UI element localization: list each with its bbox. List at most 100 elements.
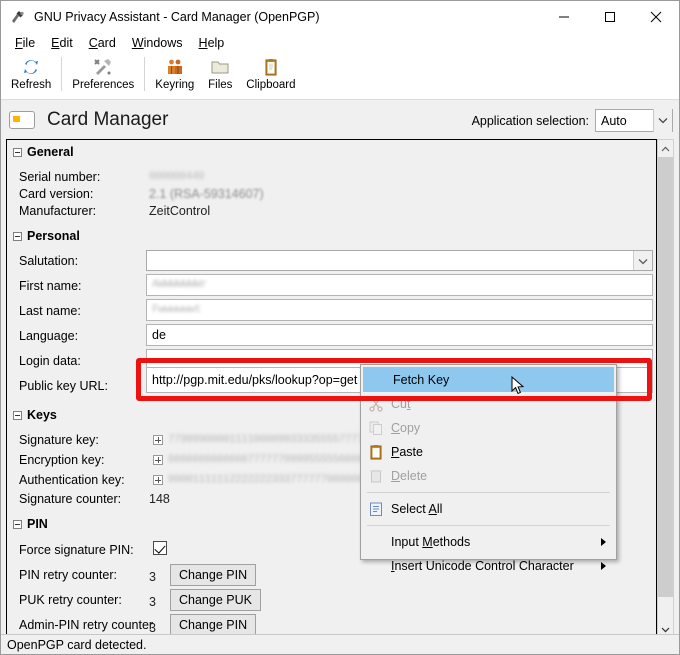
language-input[interactable]: de bbox=[146, 324, 653, 346]
section-keys-label: Keys bbox=[27, 408, 57, 422]
label-authentication-key: Authentication key: bbox=[19, 473, 125, 487]
toolbar-label-clipboard: Clipboard bbox=[246, 79, 296, 91]
menu-help[interactable]: Help bbox=[191, 34, 233, 52]
section-personal[interactable]: Personal bbox=[13, 229, 80, 243]
menu-item-delete[interactable]: Delete bbox=[361, 464, 616, 488]
force-signature-pin-checkbox[interactable] bbox=[153, 541, 167, 555]
toolbar-label-preferences: Preferences bbox=[72, 79, 135, 91]
menu-item-cut[interactable]: Cut bbox=[361, 392, 616, 416]
toolbar-separator-1 bbox=[61, 57, 63, 91]
copy-icon bbox=[368, 420, 384, 436]
last-name-value: Fwwwwwwt bbox=[152, 304, 201, 316]
menu-card[interactable]: Card bbox=[81, 34, 124, 52]
files-icon bbox=[210, 56, 230, 78]
scroll-up-icon[interactable] bbox=[658, 140, 673, 157]
submenu-arrow-icon bbox=[601, 538, 606, 546]
salutation-combobox[interactable] bbox=[146, 250, 653, 271]
minimize-button[interactable] bbox=[541, 1, 587, 32]
application-selection-value: Auto bbox=[601, 113, 627, 128]
menu-windows-label: indows bbox=[143, 36, 183, 50]
chevron-down-icon[interactable] bbox=[633, 251, 652, 270]
menu-separator-2 bbox=[367, 525, 610, 526]
window-title: GNU Privacy Assistant - Card Manager (Op… bbox=[34, 9, 320, 24]
menu-item-input-methods[interactable]: Input Methods bbox=[361, 530, 616, 554]
section-general[interactable]: General bbox=[13, 145, 74, 159]
menu-item-select-all-label: Select All bbox=[391, 502, 443, 516]
toolbar-button-files[interactable]: Files bbox=[200, 54, 240, 91]
collapse-icon-personal[interactable] bbox=[13, 231, 22, 241]
menu-item-delete-label: Delete bbox=[391, 469, 428, 483]
expand-icon-encryption-key[interactable] bbox=[153, 455, 163, 465]
title-bar: GNU Privacy Assistant - Card Manager (Op… bbox=[1, 1, 679, 32]
menu-file[interactable]: File bbox=[7, 34, 43, 52]
menu-item-insert-unicode[interactable]: Insert Unicode Control Character bbox=[361, 554, 616, 578]
label-admin-pin-retry-counter: Admin-PIN retry counter bbox=[19, 618, 154, 632]
menu-file-label: ile bbox=[22, 36, 36, 50]
menu-bar: File Edit Card Windows Help bbox=[1, 32, 679, 54]
label-encryption-key: Encryption key: bbox=[19, 453, 105, 467]
label-manufacturer: Manufacturer: bbox=[19, 204, 97, 218]
first-name-value: AWWWWWWWr bbox=[152, 279, 207, 291]
toolbar-label-keyring: Keyring bbox=[155, 79, 195, 91]
menu-item-copy[interactable]: Copy bbox=[361, 416, 616, 440]
toolbar-button-keyring[interactable]: Keyring bbox=[149, 54, 200, 91]
toolbar-button-refresh[interactable]: Refresh bbox=[5, 54, 57, 91]
application-selection-dropdown[interactable]: Auto bbox=[595, 109, 673, 132]
value-serial-number: 000000449 bbox=[149, 171, 204, 183]
toolbar: Refresh Preferences Keyring Files Clipbo… bbox=[1, 54, 679, 100]
keyring-icon bbox=[165, 56, 185, 78]
expand-icon-authentication-key[interactable] bbox=[153, 475, 163, 485]
label-puk-retry-counter: PUK retry counter: bbox=[19, 593, 122, 607]
change-pin-button-label: Change PIN bbox=[179, 568, 248, 582]
language-value: de bbox=[152, 328, 166, 342]
section-keys[interactable]: Keys bbox=[13, 408, 57, 422]
menu-item-copy-label: Copy bbox=[391, 421, 421, 435]
menu-item-fetch-key-label: Fetch Key bbox=[393, 372, 450, 387]
maximize-button[interactable] bbox=[587, 1, 633, 32]
label-card-version: Card version: bbox=[19, 187, 94, 201]
scrollbar-thumb[interactable] bbox=[658, 157, 673, 597]
menu-edit-label: dit bbox=[59, 36, 73, 50]
paste-icon bbox=[368, 444, 384, 460]
change-puk-button[interactable]: Change PUK bbox=[170, 589, 261, 611]
toolbar-label-refresh: Refresh bbox=[11, 79, 52, 91]
collapse-icon-pin[interactable] bbox=[13, 519, 22, 529]
value-admin-pin-retry-counter: 3 bbox=[149, 621, 156, 635]
toolbar-button-preferences[interactable]: Preferences bbox=[66, 54, 140, 91]
menu-item-fetch-key[interactable]: Fetch Key bbox=[363, 367, 614, 392]
expand-icon-signature-key[interactable] bbox=[153, 435, 163, 445]
menu-separator-1 bbox=[367, 492, 610, 493]
application-window: GNU Privacy Assistant - Card Manager (Op… bbox=[0, 0, 680, 655]
menu-item-paste-label: Paste bbox=[391, 445, 423, 459]
menu-windows[interactable]: Windows bbox=[124, 34, 191, 52]
collapse-icon-general[interactable] bbox=[13, 147, 22, 157]
menu-item-select-all[interactable]: Select All bbox=[361, 497, 616, 521]
select-all-icon bbox=[368, 501, 384, 517]
section-personal-label: Personal bbox=[27, 229, 80, 243]
context-menu: Fetch Key Cut Copy Paste Delete Select A… bbox=[360, 364, 617, 573]
last-name-input[interactable]: Fwwwwwwt bbox=[146, 299, 653, 321]
status-text: OpenPGP card detected. bbox=[7, 637, 147, 652]
menu-item-paste[interactable]: Paste bbox=[361, 440, 616, 464]
label-first-name: First name: bbox=[19, 279, 82, 293]
close-button[interactable] bbox=[633, 1, 679, 32]
first-name-input[interactable]: AWWWWWWWr bbox=[146, 274, 653, 296]
menu-card-label: ard bbox=[97, 36, 116, 50]
value-manufacturer: ZeitControl bbox=[149, 204, 211, 218]
label-salutation: Salutation: bbox=[19, 254, 79, 268]
menu-item-input-methods-label: Input Methods bbox=[391, 535, 471, 549]
cut-icon bbox=[368, 396, 384, 412]
vertical-scrollbar[interactable] bbox=[657, 139, 674, 639]
status-bar: OpenPGP card detected. bbox=[1, 634, 679, 654]
application-selection-group: Application selection: Auto bbox=[472, 109, 673, 132]
application-selection-label: Application selection: bbox=[471, 113, 589, 128]
section-pin[interactable]: PIN bbox=[13, 517, 48, 531]
collapse-icon-keys[interactable] bbox=[13, 410, 22, 420]
label-signature-counter: Signature counter: bbox=[19, 492, 122, 506]
toolbar-button-clipboard[interactable]: Clipboard bbox=[240, 54, 301, 91]
change-admin-pin-button[interactable]: Change PIN bbox=[170, 614, 257, 636]
change-pin-button[interactable]: Change PIN bbox=[170, 564, 257, 586]
label-login-data: Login data: bbox=[19, 354, 81, 368]
menu-edit[interactable]: Edit bbox=[43, 34, 81, 52]
label-last-name: Last name: bbox=[19, 304, 81, 318]
